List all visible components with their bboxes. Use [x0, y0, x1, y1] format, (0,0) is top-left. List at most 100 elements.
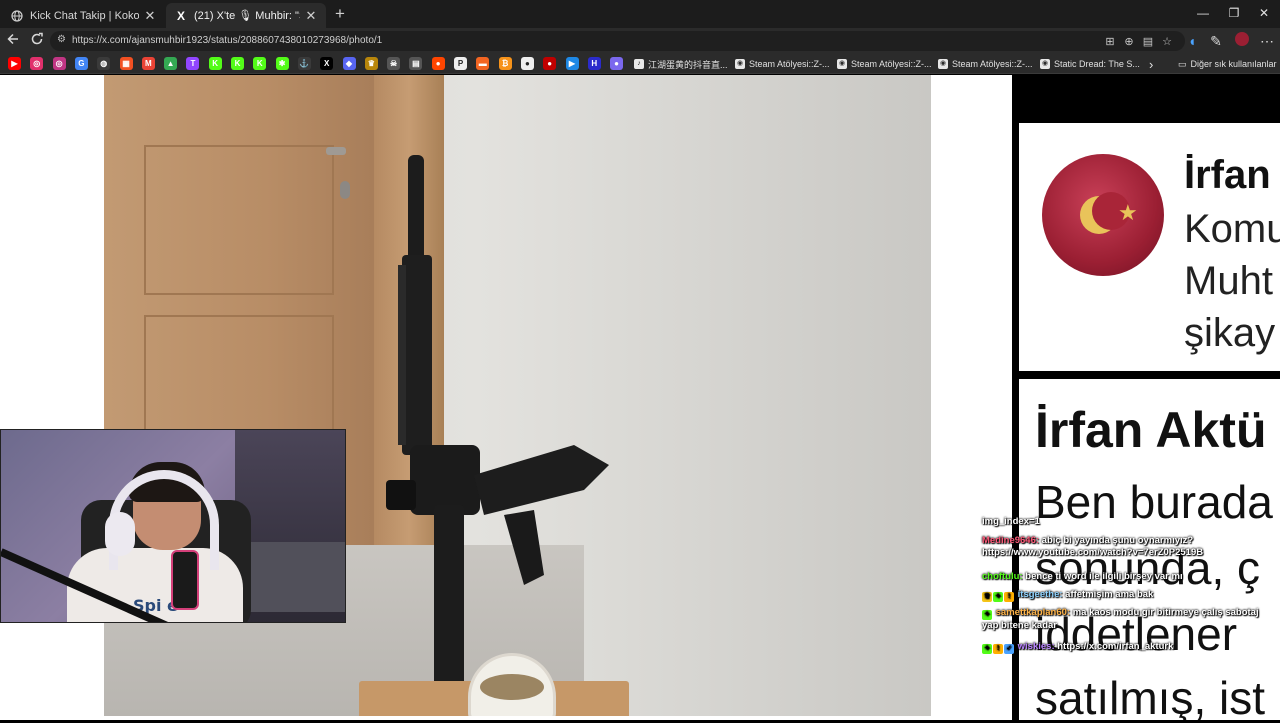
bookmark-item[interactable]: ◉ Steam Atölyesi::Z-...	[938, 57, 1033, 71]
play-icon[interactable]: ▶	[565, 57, 579, 70]
chat-username: choftulu:	[982, 571, 1023, 582]
patreon-icon[interactable]: P	[454, 57, 467, 70]
chat-message: choftulu: bence ti word ile ilgili birşe…	[982, 571, 1276, 583]
app-available-icon[interactable]: ⊞	[1103, 35, 1117, 49]
discord-icon[interactable]: ◆	[342, 57, 356, 70]
red-icon[interactable]: ●	[543, 57, 557, 70]
reddit-icon[interactable]: ●	[431, 57, 445, 70]
skull-icon[interactable]: ☠	[387, 57, 401, 70]
kick-2-icon[interactable]: K	[231, 57, 244, 70]
back-button[interactable]	[4, 32, 22, 50]
tab-close-icon[interactable]: ✕	[304, 8, 318, 24]
bookmark-label: Steam Atölyesi::Z-...	[851, 59, 932, 69]
globe-icon	[10, 9, 24, 23]
instagram-icon[interactable]: ◎	[30, 57, 44, 70]
kick-4-icon[interactable]: ✱	[275, 57, 289, 70]
kick-icon[interactable]: K	[208, 57, 222, 70]
bookmarks-bar: ▶ ◎ ◎ G ◍ ▦ M ▲ T K K K ✱ ⚓ X ◆ ♛ ☠ ▤ ● P ▬ ₿ ● ● ▶ H ● ♪ 江湖蛋黄的抖音直...…	[0, 54, 1280, 74]
reader-mode-icon[interactable]: ▤	[1141, 35, 1155, 49]
bookmark-label: 江湖蛋黄的抖音直...	[648, 59, 728, 70]
bitcoin-icon[interactable]: ₿	[498, 57, 512, 70]
crown-badge-icon: ♛	[982, 592, 992, 602]
hbo-icon[interactable]: H	[587, 57, 601, 70]
more-options-icon[interactable]: ⋯	[1258, 32, 1276, 50]
restore-button[interactable]: ❐	[1224, 5, 1244, 21]
address-bar[interactable]: ⚙ https://x.com/ajansmuhbir1923/status/2…	[50, 31, 1185, 51]
bookmark-item[interactable]: ♪ 江湖蛋黄的抖音直...	[634, 57, 728, 71]
bookmarks-overflow-chevron-icon[interactable]: ›	[1149, 57, 1153, 72]
extensions-icon[interactable]: ✎	[1207, 32, 1225, 50]
bookmark-label: Static Dread: The S...	[1054, 59, 1140, 69]
page-content: Spi e ★ İrfan Komu Muht şikay İrfan Aktü…	[0, 75, 1280, 720]
tab-label: Kick Chat Takip | KokoWich	[30, 9, 139, 22]
reload-icon	[31, 32, 43, 45]
chat-username: Medine9646:	[982, 535, 1040, 546]
url-text[interactable]: https://x.com/ajansmuhbir1923/status/208…	[72, 35, 382, 46]
new-tab-button[interactable]: +	[332, 5, 348, 23]
reload-button[interactable]	[28, 32, 46, 50]
chat-message: ✦ samettkaplan60: ma kaos modu gir bitir…	[982, 607, 1276, 632]
chat-text: affetmişim ama bak	[1062, 589, 1154, 600]
profile-avatar-image: ★	[1042, 154, 1164, 276]
instagram-2-icon[interactable]: ◎	[52, 57, 66, 70]
tab-strip: Kick Chat Takip | KokoWich ✕ X (21) X'te…	[0, 0, 1280, 28]
chat-text: bence ti word ile ilgili birşey var mı	[1022, 571, 1183, 582]
close-window-button[interactable]: ✕	[1254, 5, 1274, 21]
gift-badge-icon: !	[1004, 592, 1014, 602]
other-bookmarks-folder[interactable]: ▭ Diğer sık kullanılanlar	[1178, 57, 1277, 71]
read-aloud-icon[interactable]: ◖	[1183, 32, 1201, 50]
bookmark-label: Steam Atölyesi::Z-...	[952, 59, 1033, 69]
chat-overlay: img_index=1 Medine9646: abiç bi yayında …	[980, 503, 1276, 723]
bookmark-item[interactable]: ◉ Static Dread: The S...	[1040, 57, 1140, 71]
tab-kick-chat[interactable]: Kick Chat Takip | KokoWich ✕	[2, 3, 165, 28]
chat-message: ♛ ✦! itsgeethe: affetmişim ama bak	[982, 589, 1276, 602]
crown-icon[interactable]: ♛	[364, 57, 378, 70]
x-icon[interactable]: X	[320, 57, 334, 70]
zoom-icon[interactable]: ⊕	[1122, 35, 1136, 49]
purple-icon[interactable]: ●	[610, 57, 624, 70]
chat-text: img_index=1	[982, 516, 1040, 527]
profile-name: İrfan	[1184, 153, 1271, 197]
chat-username: samettkaplan60:	[995, 607, 1071, 618]
translate-icon[interactable]: G	[74, 57, 88, 70]
profile-line: Komu	[1184, 207, 1280, 251]
gmail-icon[interactable]: M	[141, 57, 155, 70]
navigation-bar: ⚙ https://x.com/ajansmuhbir1923/status/2…	[0, 28, 1280, 54]
folder-label: Diğer sık kullanılanlar	[1190, 59, 1277, 69]
anchor-icon[interactable]: ⚓	[297, 57, 311, 70]
gift-badge-icon: !	[993, 644, 1003, 654]
microphone	[171, 550, 199, 610]
kick-3-icon[interactable]: K	[253, 57, 267, 70]
chat-message: Medine9646: abiç bi yayında şunu oynarmı…	[982, 535, 1276, 559]
steam-icon: ◉	[837, 59, 847, 69]
microsoft-icon[interactable]: ▦	[119, 57, 133, 70]
bookmark-item[interactable]: ◉ Steam Atölyesi::Z-...	[837, 57, 932, 71]
profile-card: ★ İrfan Komu Muht şikay	[1019, 123, 1280, 371]
globe-icon[interactable]: ◍	[97, 57, 111, 70]
sub-badge-icon: ✦	[982, 610, 992, 620]
bookmark-item[interactable]: ◉ Steam Atölyesi::Z-...	[735, 57, 830, 71]
minimize-button[interactable]: —	[1193, 5, 1213, 21]
drive-icon[interactable]: ▲	[164, 57, 178, 70]
tab-x-post[interactable]: X (21) X'te 🎙 Muhbir: "Sözcü'de ye ✕	[166, 3, 326, 28]
site-info-icon[interactable]: ⚙	[57, 34, 66, 45]
profile-avatar[interactable]	[1233, 32, 1251, 50]
twitch-icon[interactable]: T	[186, 57, 200, 70]
tiktok-icon: ♪	[634, 59, 644, 69]
chat-username: wiskies:	[1017, 641, 1055, 652]
verified-badge-icon: ✓	[1004, 644, 1014, 654]
circle-icon[interactable]: ●	[520, 57, 534, 70]
bookmark-icon[interactable]: ▤	[409, 57, 423, 70]
steam-icon: ◉	[735, 59, 745, 69]
chat-message: img_index=1	[982, 516, 1276, 528]
sub-badge-icon: ✦	[982, 644, 992, 654]
x-logo-icon: X	[176, 8, 185, 23]
post-author: İrfan Aktü	[1035, 402, 1267, 458]
orange-icon[interactable]: ▬	[476, 57, 490, 70]
favorite-star-icon[interactable]: ☆	[1160, 35, 1174, 49]
bookmark-label: Steam Atölyesi::Z-...	[749, 59, 830, 69]
youtube-icon[interactable]: ▶	[8, 57, 21, 70]
tab-close-icon[interactable]: ✕	[143, 8, 157, 24]
profile-line: şikay	[1184, 311, 1276, 355]
profile-line: Muht	[1184, 259, 1273, 303]
